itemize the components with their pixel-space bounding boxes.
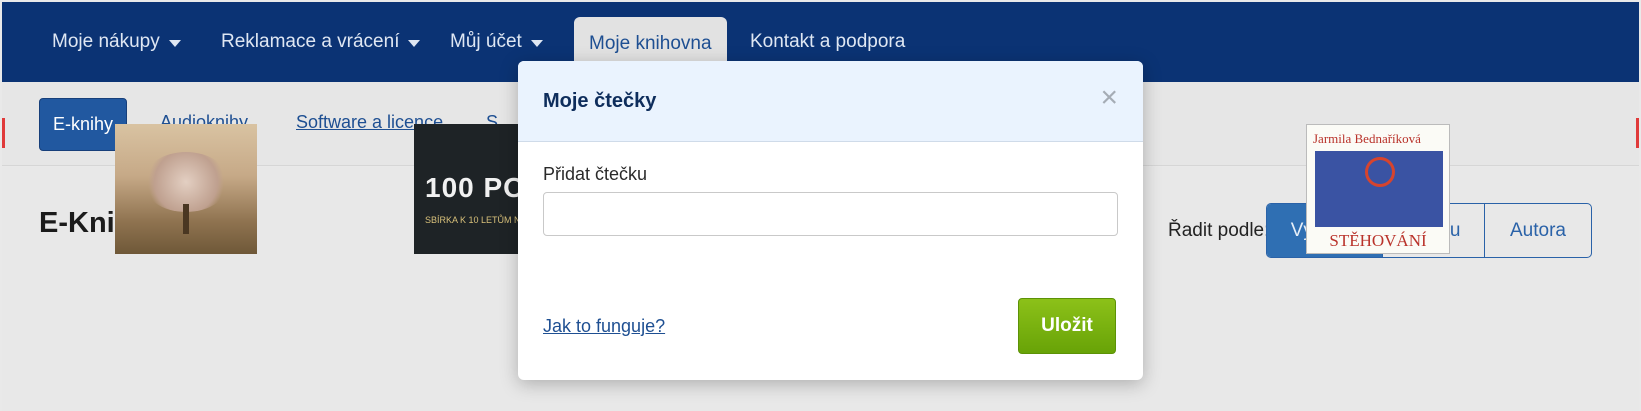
close-icon[interactable]: × xyxy=(1100,83,1118,113)
add-reader-input[interactable] xyxy=(543,192,1118,236)
dialog-title: Moje čtečky xyxy=(543,90,657,112)
add-reader-label: Přidat čtečku xyxy=(543,164,648,184)
save-button[interactable]: Uložit xyxy=(1018,298,1116,354)
dialog-header: Moje čtečky × xyxy=(518,61,1143,142)
readers-dialog: Moje čtečky × Přidat čtečku Jak to fungu… xyxy=(518,61,1143,380)
how-it-works-link[interactable]: Jak to funguje? xyxy=(543,316,665,337)
